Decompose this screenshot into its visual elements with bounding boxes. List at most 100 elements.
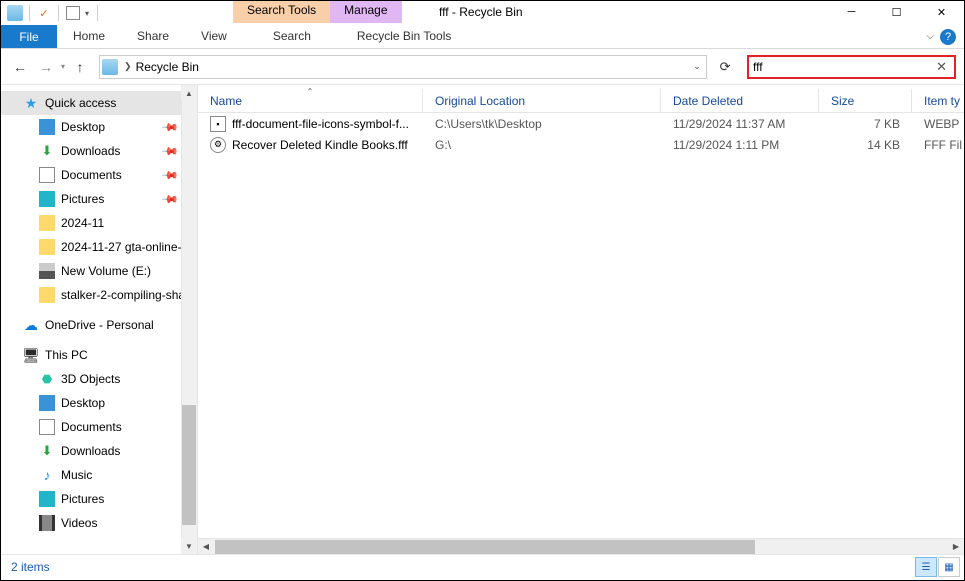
pin-icon: 📌 [161, 118, 180, 137]
search-tools-context-tab[interactable]: Search Tools [233, 1, 330, 23]
window-controls: ─ ☐ ✕ [829, 1, 964, 23]
column-label: Original Location [435, 94, 525, 108]
minimize-ribbon-icon[interactable]: ⌵ [926, 31, 934, 42]
file-icon: ▪ [210, 116, 226, 132]
location-icon [102, 59, 118, 75]
videos-icon [39, 515, 55, 531]
view-tab[interactable]: View [185, 25, 243, 48]
file-row[interactable]: ▪ fff-document-file-icons-symbol-f... C:… [198, 113, 964, 134]
nav-item-pc-pictures[interactable]: Pictures [1, 487, 197, 511]
nav-item-desktop[interactable]: Desktop 📌 [1, 115, 197, 139]
manage-context-tab[interactable]: Manage [330, 1, 401, 23]
nav-item-folder[interactable]: 2024-11 [1, 211, 197, 235]
title-bar: ✓ ▾ Search Tools Manage fff - Recycle Bi… [1, 1, 964, 25]
nav-item-pc-music[interactable]: ♪ Music [1, 463, 197, 487]
file-date: 11/29/2024 1:11 PM [661, 138, 819, 152]
nav-item-pc-downloads[interactable]: ⬇ Downloads [1, 439, 197, 463]
navigation-bar: ← → ▾ ↑ ❯ Recycle Bin ⌄ ⟳ ✕ [1, 49, 964, 85]
column-header-type[interactable]: Item ty [912, 89, 964, 112]
nav-item-drive[interactable]: New Volume (E:) [1, 259, 197, 283]
documents-icon [39, 419, 55, 435]
home-tab[interactable]: Home [57, 25, 121, 48]
file-size: 7 KB [819, 117, 912, 131]
address-bar[interactable]: ❯ Recycle Bin ⌄ [99, 55, 707, 79]
folder-icon [39, 287, 55, 303]
history-dropdown-icon[interactable]: ▾ [61, 62, 65, 71]
column-header-location[interactable]: Original Location [423, 89, 661, 112]
share-tab[interactable]: Share [121, 25, 185, 48]
this-pc-header[interactable]: 🖥 This PC [1, 343, 197, 367]
nav-label: Desktop [61, 396, 105, 410]
downloads-icon: ⬇ [39, 143, 55, 159]
file-icon: ⚙ [210, 137, 226, 153]
chevron-right-icon[interactable]: ❯ [124, 61, 132, 72]
nav-item-pc-desktop[interactable]: Desktop [1, 391, 197, 415]
pictures-icon [39, 191, 55, 207]
search-input[interactable] [753, 60, 933, 74]
window-title: fff - Recycle Bin [439, 5, 523, 19]
thumbnails-view-button[interactable]: ▦ [938, 557, 960, 577]
minimize-button[interactable]: ─ [829, 1, 874, 23]
quick-access-header[interactable]: ★ Quick access [1, 91, 197, 115]
clear-search-icon[interactable]: ✕ [933, 59, 950, 75]
recycle-bin-icon[interactable] [7, 5, 23, 21]
recycle-bin-tools-tab[interactable]: Recycle Bin Tools [341, 25, 468, 48]
nav-scrollbar[interactable]: ▲ ▼ [181, 85, 197, 554]
close-button[interactable]: ✕ [919, 1, 964, 23]
file-list: ▪ fff-document-file-icons-symbol-f... C:… [198, 113, 964, 538]
refresh-button[interactable]: ⟳ [713, 55, 737, 79]
column-header-size[interactable]: Size [819, 89, 912, 112]
drive-icon [39, 263, 55, 279]
forward-button[interactable]: → [35, 56, 57, 78]
nav-label: Pictures [61, 492, 104, 506]
scroll-thumb[interactable] [215, 540, 755, 554]
main-area: ★ Quick access Desktop 📌 ⬇ Downloads 📌 D… [1, 85, 964, 554]
nav-item-folder[interactable]: stalker-2-compiling-sha [1, 283, 197, 307]
address-text[interactable]: Recycle Bin [136, 60, 199, 74]
nav-item-pc-documents[interactable]: Documents [1, 415, 197, 439]
nav-item-folder[interactable]: 2024-11-27 gta-online-fi [1, 235, 197, 259]
scroll-left-icon[interactable]: ◀ [198, 539, 214, 555]
nav-label: Downloads [61, 444, 120, 458]
address-dropdown-icon[interactable]: ⌄ [688, 61, 706, 72]
help-icon[interactable]: ? [940, 29, 956, 45]
file-tab[interactable]: File [1, 25, 57, 48]
scroll-up-icon[interactable]: ▲ [181, 85, 197, 101]
column-label: Size [831, 94, 854, 108]
column-header-name[interactable]: Name ⌃ [198, 89, 423, 112]
ribbon-tabs: File Home Share View Search Recycle Bin … [1, 25, 964, 49]
properties-icon[interactable]: ✓ [36, 5, 52, 21]
pin-icon: 📌 [161, 142, 180, 161]
qat-dropdown-icon[interactable]: ▾ [85, 9, 89, 18]
file-name: Recover Deleted Kindle Books.fff [232, 138, 408, 152]
new-folder-icon[interactable] [65, 5, 81, 21]
view-mode-buttons: ☰ ▦ [915, 557, 960, 577]
horizontal-scrollbar[interactable]: ◀ ▶ [198, 538, 964, 554]
search-tab[interactable]: Search [257, 25, 327, 48]
file-location: C:\Users\tk\Desktop [423, 117, 661, 131]
nav-item-3d-objects[interactable]: ⬣ 3D Objects [1, 367, 197, 391]
nav-item-downloads[interactable]: ⬇ Downloads 📌 [1, 139, 197, 163]
back-button[interactable]: ← [9, 56, 31, 78]
nav-item-pc-videos[interactable]: Videos [1, 511, 197, 535]
file-type: WEBP [912, 117, 964, 131]
pc-icon: 🖥 [23, 347, 39, 363]
onedrive-header[interactable]: ☁ OneDrive - Personal [1, 313, 197, 337]
up-button[interactable]: ↑ [69, 56, 91, 78]
nav-item-documents[interactable]: Documents 📌 [1, 163, 197, 187]
details-view-button[interactable]: ☰ [915, 557, 937, 577]
downloads-icon: ⬇ [39, 443, 55, 459]
sort-indicator-icon: ⌃ [307, 87, 314, 96]
column-label: Item ty [924, 94, 960, 108]
nav-label: 2024-11-27 gta-online-fi [61, 240, 188, 254]
scroll-down-icon[interactable]: ▼ [181, 538, 197, 554]
scroll-thumb[interactable] [182, 405, 196, 525]
search-box[interactable]: ✕ [747, 55, 956, 79]
scroll-right-icon[interactable]: ▶ [948, 539, 964, 555]
column-header-date[interactable]: Date Deleted [661, 89, 819, 112]
nav-item-pictures[interactable]: Pictures 📌 [1, 187, 197, 211]
maximize-button[interactable]: ☐ [874, 1, 919, 23]
separator [29, 5, 30, 21]
file-row[interactable]: ⚙ Recover Deleted Kindle Books.fff G:\ 1… [198, 134, 964, 155]
column-headers: Name ⌃ Original Location Date Deleted Si… [198, 85, 964, 113]
